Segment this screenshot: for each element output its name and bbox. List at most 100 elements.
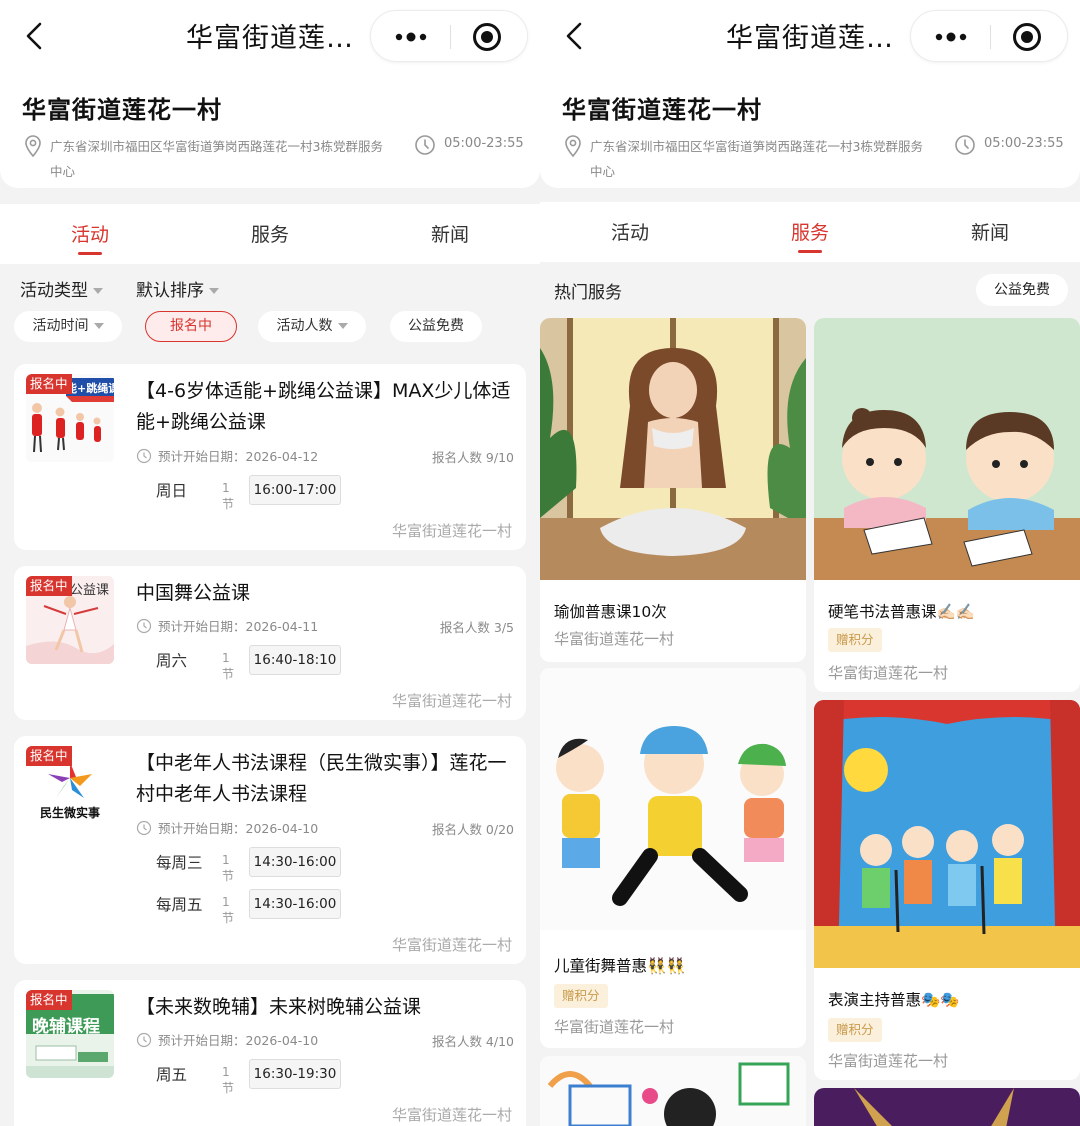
tab-active-indicator xyxy=(798,250,822,253)
activity-venue: 华富街道莲花一村 xyxy=(391,692,512,710)
close-miniprogram-icon[interactable] xyxy=(1011,21,1043,53)
nav-title: 华富街道莲… xyxy=(726,23,894,54)
chip-label: 活动人数 xyxy=(276,318,333,334)
venue-name: 华富街道莲花一村 xyxy=(562,96,762,124)
tab-label: 服务 xyxy=(790,222,829,244)
clock-icon xyxy=(955,135,975,155)
status-badge: 报名中 xyxy=(26,576,72,596)
service-card[interactable]: 表演主持普惠🎭🎭 赠积分 华富街道莲花一村 xyxy=(814,700,1080,1080)
street-dance-illustration xyxy=(540,668,806,930)
registration-count: 报名人数 4/10 xyxy=(431,1034,514,1049)
tab-label: 新闻 xyxy=(430,224,469,246)
points-tag: 赠积分 xyxy=(828,628,882,652)
tab-activities[interactable]: 活动 xyxy=(40,220,140,255)
status-badge: 报名中 xyxy=(26,990,72,1010)
venue-name: 华富街道莲花一村 xyxy=(22,96,222,124)
date-text: 预计开始日期：2026-04-10 xyxy=(158,821,319,836)
activity-thumbnail: 报名中 民生微实事 xyxy=(26,746,114,834)
filter-activity-time[interactable]: 活动时间 xyxy=(14,311,122,342)
service-card[interactable] xyxy=(814,1088,1080,1126)
service-image xyxy=(814,1088,1080,1126)
more-icon[interactable] xyxy=(931,25,971,49)
opening-hours: 05:00-23:55 xyxy=(984,136,1064,151)
caret-down-icon xyxy=(337,323,348,329)
activity-card[interactable]: 报名中 晚辅课程 【未来数晚辅】未来树晚辅公益课 预计开始日期：2026-04-… xyxy=(14,980,526,1126)
service-name: 硬笔书法普惠课✍🏻✍🏻 xyxy=(828,603,976,621)
activity-title: 中国舞公益课 xyxy=(136,582,251,604)
sort-order-dropdown[interactable]: 默认排序 xyxy=(136,276,219,301)
service-venue: 华富街道莲花一村 xyxy=(554,1018,675,1036)
filter-free[interactable]: 公益免费 xyxy=(390,311,482,342)
thumbnail-caption: 民生微实事 xyxy=(40,806,101,820)
schedule-day: 每周三 xyxy=(156,854,203,872)
back-arrow-icon[interactable] xyxy=(20,20,48,52)
schedule-day: 周五 xyxy=(156,1066,188,1084)
venue-header: 华富街道莲花一村 广东省深圳市福田区华富街道笋岗西路莲花一村3栋党群服务中心 0… xyxy=(0,74,540,188)
points-tag: 赠积分 xyxy=(554,984,608,1008)
nav-title: 华富街道莲… xyxy=(186,23,354,54)
sort-bar: 活动类型 默认排序 xyxy=(0,264,540,306)
tab-label: 活动 xyxy=(610,222,649,244)
tab-label: 新闻 xyxy=(970,222,1009,244)
activity-start-date: 预计开始日期：2026-04-12 xyxy=(136,446,318,465)
tab-services[interactable]: 服务 xyxy=(760,218,860,253)
activity-thumbnail: 报名中 能+跳绳课 xyxy=(26,374,114,462)
close-miniprogram-icon[interactable] xyxy=(471,21,503,53)
activity-card[interactable]: 报名中 公益课 中国舞公益课 预计开始日期：2026-04-11 报名人数 3/… xyxy=(14,566,526,720)
dropdown-label: 活动类型 xyxy=(20,281,88,301)
service-card[interactable]: 儿童街舞普惠👯👯 赠积分 华富街道莲花一村 xyxy=(540,668,806,1048)
caret-down-icon xyxy=(209,288,219,294)
tab-activities[interactable]: 活动 xyxy=(580,218,680,245)
service-image xyxy=(814,318,1080,580)
clock-icon xyxy=(136,448,152,464)
tab-services[interactable]: 服务 xyxy=(220,220,320,247)
venue-address: 广东省深圳市福田区华富街道笋岗西路莲花一村3栋党群服务中心 xyxy=(590,139,923,179)
filter-free[interactable]: 公益免费 xyxy=(976,274,1068,306)
back-arrow-icon[interactable] xyxy=(560,20,588,52)
session-count: 1节 xyxy=(222,481,235,511)
schedule-day: 每周五 xyxy=(156,896,203,914)
tab-bar: 活动 服务 新闻 xyxy=(540,202,1080,262)
activity-card[interactable]: 报名中 能+跳绳课 【4-6岁体适能+跳绳公益课】MAX少儿体适能+跳绳公益课 … xyxy=(14,364,526,550)
activity-type-dropdown[interactable]: 活动类型 xyxy=(20,276,103,301)
time-slot: 14:30-16:00 xyxy=(249,889,341,919)
chip-label: 活动时间 xyxy=(32,318,89,334)
service-image xyxy=(540,1056,806,1126)
nav-bar: 华富街道莲… xyxy=(540,0,1080,74)
caret-down-icon xyxy=(93,323,104,329)
calligraphy-illustration xyxy=(814,318,1080,580)
service-card[interactable] xyxy=(540,1056,806,1126)
filter-participant-count[interactable]: 活动人数 xyxy=(258,311,366,342)
thumbnail-caption: 晚辅课程 xyxy=(32,1017,100,1037)
tab-news[interactable]: 新闻 xyxy=(400,220,500,247)
tab-news[interactable]: 新闻 xyxy=(940,218,1040,245)
activity-venue: 华富街道莲花一村 xyxy=(391,936,512,954)
filter-registering[interactable]: 报名中 xyxy=(145,311,237,342)
chip-label: 报名中 xyxy=(170,318,212,334)
service-card[interactable]: 瑜伽普惠课10次 华富街道莲花一村 xyxy=(540,318,806,662)
time-slot: 16:00-17:00 xyxy=(249,475,341,505)
service-card[interactable]: 硬笔书法普惠课✍🏻✍🏻 赠积分 华富街道莲花一村 xyxy=(814,318,1080,692)
activity-start-date: 预计开始日期：2026-04-10 xyxy=(136,1030,318,1049)
thumbnail-caption: 公益课 xyxy=(70,583,110,598)
service-venue: 华富街道莲花一村 xyxy=(828,664,949,682)
session-count: 1节 xyxy=(222,853,235,883)
status-badge: 报名中 xyxy=(26,746,72,766)
hot-services-header: 热门服务 公益免费 xyxy=(540,262,1080,318)
activity-card[interactable]: 报名中 民生微实事 【中老年人书法课程（民生微实事）】莲花一村中老年人书法课程 … xyxy=(14,736,526,964)
activity-venue: 华富街道莲花一村 xyxy=(391,522,512,540)
miniprogram-capsule xyxy=(910,10,1068,62)
capsule-divider xyxy=(450,25,451,49)
registration-count: 报名人数 9/10 xyxy=(431,450,514,465)
thumbnail-caption: 能+跳绳课 xyxy=(66,382,114,395)
tab-active-indicator xyxy=(78,252,102,255)
nav-bar: 华富街道莲… xyxy=(0,0,540,74)
time-slot: 16:30-19:30 xyxy=(249,1059,341,1089)
session-count: 1节 xyxy=(222,1065,235,1095)
registration-count: 报名人数 3/5 xyxy=(439,620,514,635)
clock-icon xyxy=(136,618,152,634)
chip-label: 公益免费 xyxy=(408,318,464,334)
tab-label: 服务 xyxy=(250,224,289,246)
more-icon[interactable] xyxy=(391,25,431,49)
time-slot: 16:40-18:10 xyxy=(249,645,341,675)
